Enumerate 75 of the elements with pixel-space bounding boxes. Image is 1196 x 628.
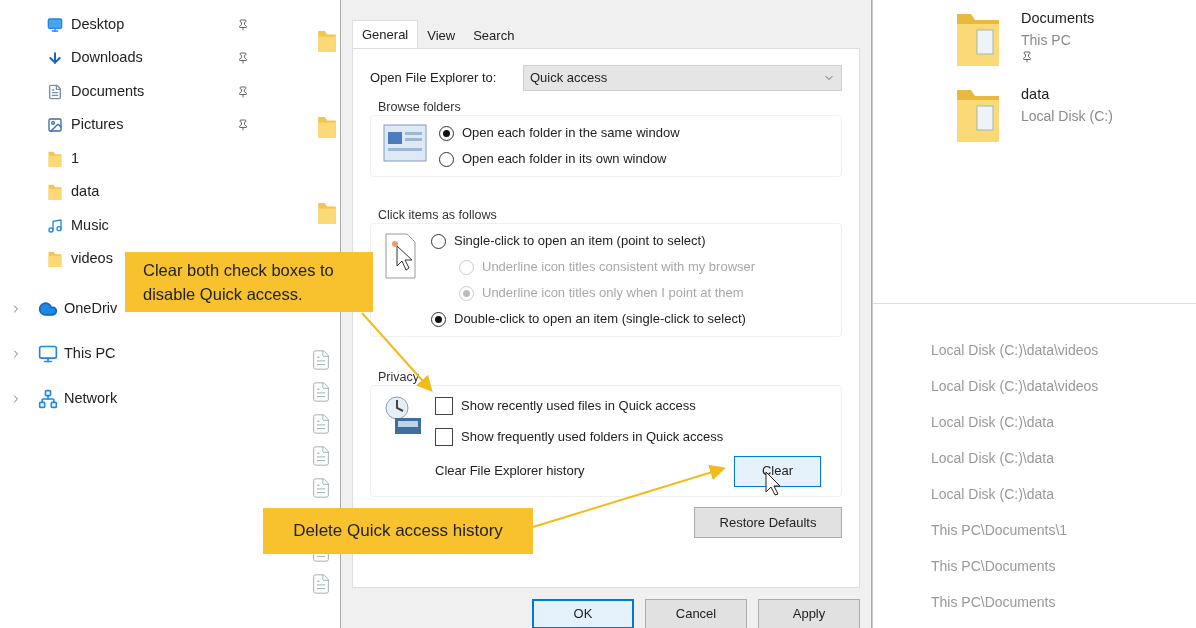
sidebar-item[interactable]: Music [47, 209, 111, 243]
sidebar-item[interactable]: Pictures [47, 108, 251, 142]
option-label: Underline icon titles consistent with my browser [482, 258, 756, 277]
radio-button[interactable] [431, 311, 446, 327]
window-icon [383, 124, 427, 162]
recent-location: Local Disk (C:)\data\videos [931, 341, 1100, 360]
radio-button[interactable] [431, 233, 446, 249]
option-label: Single-click to open an item (point to select) [454, 232, 706, 251]
history-label: Clear File Explorer history [435, 462, 586, 481]
dialog-button[interactable]: OK [532, 599, 634, 628]
file-icon [310, 476, 332, 500]
file-icon [310, 444, 332, 468]
checkbox[interactable] [435, 427, 453, 446]
checkbox[interactable] [435, 396, 453, 415]
recent-location: Local Disk (C:)\data [931, 449, 1055, 468]
file-icon [310, 412, 332, 436]
download-icon [47, 50, 63, 67]
tab[interactable]: General [352, 20, 419, 48]
folder-location: Local Disk (C:) [1021, 106, 1113, 126]
folder-icon [47, 182, 63, 203]
option-label: Open each folder in the same window [462, 124, 680, 143]
folder-name: Documents [1021, 9, 1095, 28]
sidebar-item[interactable]: videos [47, 242, 115, 276]
recent-location: This PC\Documents [931, 593, 1057, 612]
recent-location: Local Disk (C:)\data [931, 485, 1055, 504]
option-label: Double-click to open an item (single-click to select) [454, 310, 746, 329]
sidebar-item[interactable]: data [47, 175, 102, 209]
sidebar-item[interactable]: This PC [10, 331, 116, 376]
dialog-button[interactable]: Apply [758, 599, 860, 628]
sidebar-item[interactable]: Documents [47, 75, 251, 109]
field-label: Open File Explorer to: [370, 69, 498, 88]
network-icon [38, 388, 58, 409]
pin-icon [237, 52, 249, 65]
radio-button[interactable] [439, 125, 454, 141]
group-title: Browse folders [377, 99, 462, 115]
tab[interactable]: Search [464, 23, 524, 48]
folder-location: This PC [1021, 30, 1072, 50]
tab[interactable]: View [418, 23, 465, 48]
group-title: Click items as follows [377, 207, 498, 223]
checkbox-label: Show frequently used folders in Quick access [461, 427, 724, 446]
sidebar-item[interactable]: Network [10, 376, 118, 421]
click-icon [383, 232, 419, 282]
pin-icon [237, 18, 249, 31]
pin-icon [237, 119, 249, 132]
pin-icon [1021, 50, 1033, 63]
restore-defaults-button[interactable]: Restore Defaults [694, 507, 842, 538]
sidebar-item[interactable]: OneDriv [10, 286, 118, 331]
file-icon [310, 348, 332, 372]
desktop-icon [47, 16, 63, 33]
callout: Clear both check boxes to disable Quick access. [125, 252, 373, 312]
picture-icon [47, 117, 63, 134]
folder-icon [47, 249, 63, 270]
group-title: Privacy [377, 369, 420, 385]
radio-button[interactable] [439, 151, 454, 167]
sidebar-item[interactable]: 1 [47, 142, 82, 176]
sidebar-item[interactable]: Downloads [47, 41, 251, 75]
computer-icon [38, 343, 58, 364]
dialog-button[interactable]: Cancel [645, 599, 747, 628]
option-label: Underline icon titles only when I point at them [482, 284, 744, 303]
document-icon [47, 83, 63, 100]
dropdown[interactable]: Quick access [523, 65, 842, 91]
checkbox-label: Show recently used files in Quick access [461, 396, 696, 415]
recent-location: Local Disk (C:)\data\videos [931, 377, 1100, 396]
callout: Delete Quick access history [263, 508, 533, 554]
recent-location: This PC\Documents\1 [931, 521, 1069, 540]
file-icon [310, 572, 332, 596]
option-label: Open each folder in its own window [462, 150, 667, 169]
sidebar-item[interactable]: Desktop [47, 8, 251, 42]
music-icon [47, 217, 63, 234]
pin-icon [237, 85, 249, 98]
recent-location: This PC\Documents [931, 557, 1057, 576]
file-icon [310, 380, 332, 404]
recent-location: Local Disk (C:)\data [931, 413, 1055, 432]
clear-button[interactable]: Clear [734, 455, 821, 487]
folder-name: data [1021, 85, 1051, 104]
